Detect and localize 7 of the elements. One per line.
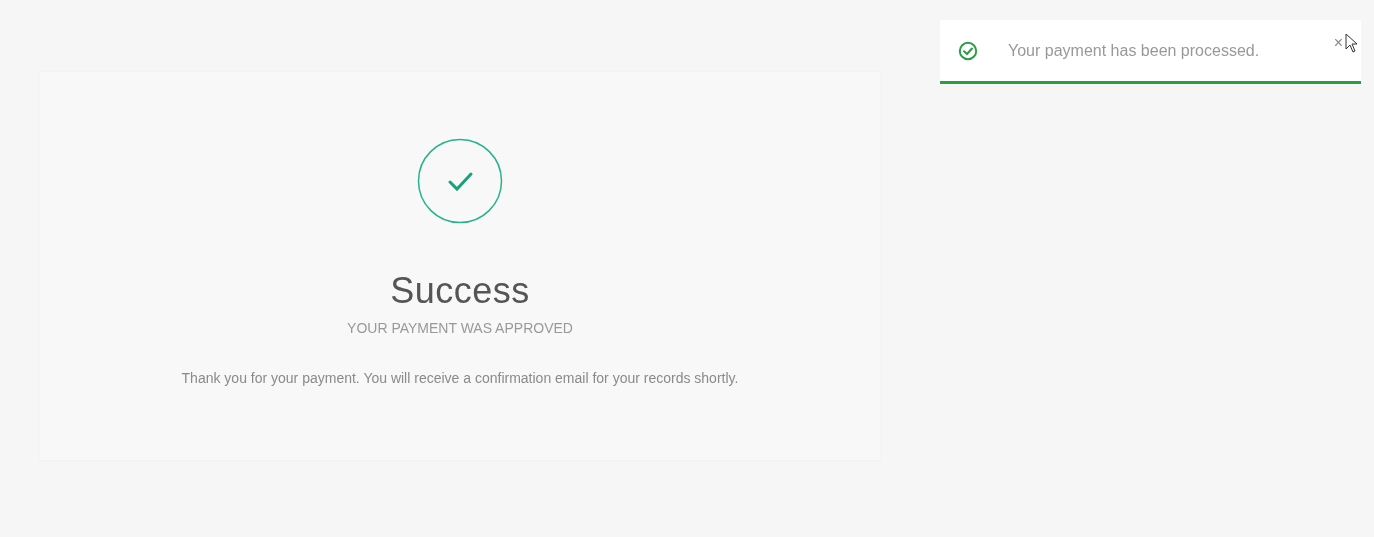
subtitle: YOUR PAYMENT WAS APPROVED [347, 320, 573, 336]
toast-message: Your payment has been processed. [1008, 41, 1260, 60]
success-title: Success [390, 270, 530, 312]
check-circle-icon [958, 40, 978, 61]
confirmation-message: Thank you for your payment. You will receive a confirmation email for your records shortly. [181, 370, 739, 386]
close-button[interactable]: × [1333, 34, 1343, 52]
check-circle-icon [417, 138, 503, 224]
